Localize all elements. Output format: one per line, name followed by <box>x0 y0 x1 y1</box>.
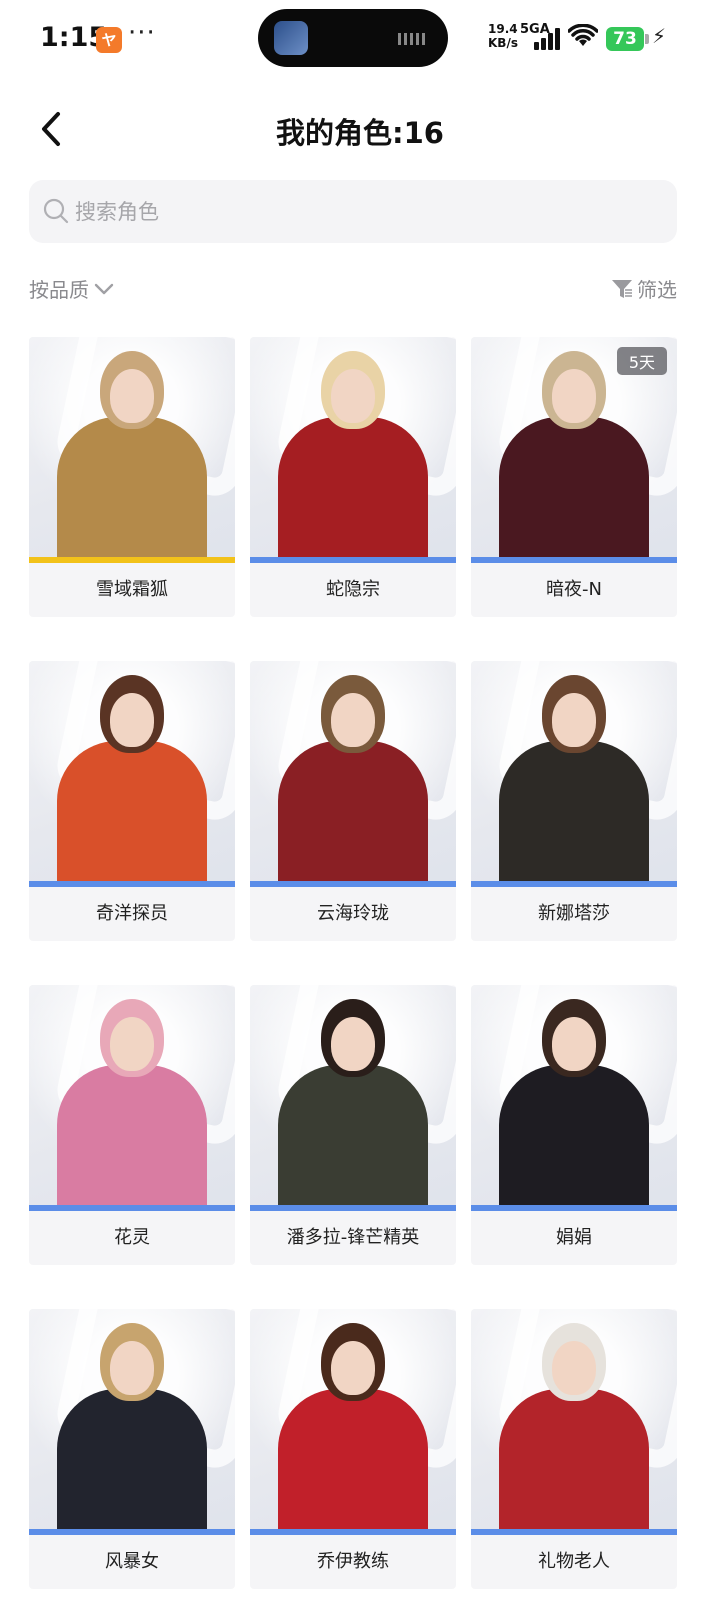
character-figure-body <box>57 1389 207 1535</box>
character-figure-body <box>499 417 649 563</box>
character-name: 奇洋探员 <box>96 903 168 924</box>
character-figure-face <box>552 1341 596 1395</box>
search-input[interactable] <box>75 180 655 243</box>
expiry-badge: 5天 <box>616 347 667 375</box>
character-portrait: 5天 <box>471 337 677 563</box>
character-name: 礼物老人 <box>538 1551 610 1572</box>
character-name: 新娜塔莎 <box>538 903 610 924</box>
character-figure-body <box>278 1065 428 1211</box>
character-card[interactable]: 蛇隐宗 <box>250 337 456 617</box>
character-card[interactable]: 奇洋探员 <box>29 661 235 941</box>
character-figure-body <box>57 741 207 887</box>
character-figure-face <box>110 1341 154 1395</box>
character-card[interactable]: 新娜塔莎 <box>471 661 677 941</box>
app-notification-icon: ヤ <box>96 27 122 53</box>
search-icon <box>43 198 69 224</box>
character-figure-body <box>278 741 428 887</box>
character-name: 花灵 <box>114 1227 150 1248</box>
character-name: 蛇隐宗 <box>326 579 380 600</box>
character-name: 云海玲珑 <box>317 903 389 924</box>
dynamic-island[interactable] <box>258 9 448 67</box>
character-portrait <box>29 1309 235 1535</box>
character-card[interactable]: 乔伊教练 <box>250 1309 456 1589</box>
character-card[interactable]: 风暴女 <box>29 1309 235 1589</box>
sort-by-quality-dropdown[interactable]: 按品质 <box>29 274 115 303</box>
character-portrait <box>29 985 235 1211</box>
character-figure-face <box>331 1017 375 1071</box>
character-name: 风暴女 <box>105 1551 159 1572</box>
filter-label: 筛选 <box>637 278 677 302</box>
character-portrait <box>29 337 235 563</box>
status-bar: 1:15 ヤ ··· 19.4 KB/s 5GA 73 ⚡ <box>0 0 720 80</box>
search-bar[interactable] <box>29 180 677 243</box>
character-figure-body <box>499 741 649 887</box>
battery-level: 73 <box>606 27 644 51</box>
character-grid: 雪域霜狐 蛇隐宗 5天暗夜-N 奇洋探员 云海玲珑 新娜塔莎花灵 潘多拉-锋芒精英 娟娟风暴女… <box>29 337 679 1589</box>
network-speed-value: 19.4 <box>488 22 518 36</box>
character-figure-body <box>278 417 428 563</box>
chevron-down-icon <box>94 283 114 294</box>
wifi-icon <box>567 23 599 55</box>
filter-funnel-icon <box>612 279 632 298</box>
character-card[interactable]: 娟娟 <box>471 985 677 1265</box>
charging-icon: ⚡ <box>652 24 667 48</box>
character-card[interactable]: 潘多拉-锋芒精英 <box>250 985 456 1265</box>
character-portrait <box>29 661 235 887</box>
character-portrait <box>250 985 456 1211</box>
character-name: 暗夜-N <box>546 579 602 600</box>
sort-label: 按品质 <box>29 278 89 302</box>
character-figure-body <box>499 1065 649 1211</box>
character-card[interactable]: 花灵 <box>29 985 235 1265</box>
signal-icon <box>534 28 564 50</box>
character-portrait <box>250 337 456 563</box>
character-figure-face <box>110 1017 154 1071</box>
character-name: 娟娟 <box>556 1227 592 1248</box>
audio-wave-icon <box>398 33 428 45</box>
character-figure-body <box>278 1389 428 1535</box>
battery-tip <box>645 34 649 44</box>
character-card[interactable]: 云海玲珑 <box>250 661 456 941</box>
character-figure-face <box>552 369 596 423</box>
character-portrait <box>471 985 677 1211</box>
character-card[interactable]: 5天暗夜-N <box>471 337 677 617</box>
media-thumbnail <box>274 21 308 55</box>
page-title: 我的角色:16 <box>276 116 444 150</box>
character-figure-face <box>552 693 596 747</box>
character-figure-face <box>331 1341 375 1395</box>
character-portrait <box>250 661 456 887</box>
character-figure-body <box>57 1065 207 1211</box>
character-figure-face <box>110 369 154 423</box>
character-name: 乔伊教练 <box>317 1551 389 1572</box>
character-figure-face <box>110 693 154 747</box>
character-portrait <box>250 1309 456 1535</box>
character-portrait <box>471 1309 677 1535</box>
character-figure-body <box>499 1389 649 1535</box>
filter-button[interactable]: 筛选 <box>611 274 677 303</box>
character-figure-face <box>331 693 375 747</box>
network-speed-unit: KB/s <box>488 36 518 50</box>
character-figure-face <box>552 1017 596 1071</box>
character-portrait <box>471 661 677 887</box>
network-speed: 19.4 KB/s <box>488 22 518 50</box>
more-notifications-icon: ··· <box>128 18 156 48</box>
character-card[interactable]: 雪域霜狐 <box>29 337 235 617</box>
character-figure-body <box>57 417 207 563</box>
character-name: 潘多拉-锋芒精英 <box>286 1227 420 1248</box>
character-name: 雪域霜狐 <box>96 579 168 600</box>
character-card[interactable]: 礼物老人 <box>471 1309 677 1589</box>
character-figure-face <box>331 369 375 423</box>
